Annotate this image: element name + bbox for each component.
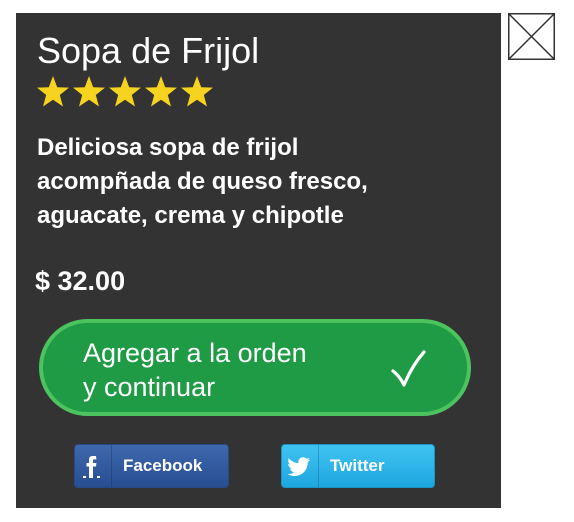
checkmark-icon: [391, 350, 426, 387]
twitter-label: Twitter: [330, 456, 385, 475]
star-icon: [109, 76, 141, 107]
description-line: Deliciosa sopa de frijol: [37, 134, 299, 161]
add-to-order-button[interactable]: Agregar a la orden y continuar: [39, 319, 471, 416]
star-icon: [181, 76, 213, 107]
star-icon: [37, 76, 69, 107]
cta-label-line: y continuar: [83, 372, 216, 402]
cta-label-line: Agregar a la orden: [83, 338, 307, 368]
facebook-label: Facebook: [123, 456, 203, 475]
description-line: acompñada de queso fresco,: [37, 168, 368, 195]
product-modal: Sopa de Frijol Deliciosa sopa de frijol …: [16, 13, 501, 508]
add-to-order-label: Agregar a la orden y continuar: [83, 336, 373, 404]
description-line: aguacate, crema y chipotle: [37, 202, 344, 229]
star-rating: [35, 74, 215, 114]
facebook-share-button[interactable]: Facebook: [74, 444, 229, 488]
product-title: Sopa de Frijol: [37, 30, 260, 71]
facebook-icon: [75, 445, 112, 487]
page: Sopa de Frijol Deliciosa sopa de frijol …: [0, 0, 574, 522]
product-description: Deliciosa sopa de frijol acompñada de qu…: [37, 131, 477, 233]
twitter-icon: [282, 445, 319, 487]
product-price: $ 32.00: [35, 266, 126, 296]
twitter-share-button[interactable]: Twitter: [281, 444, 435, 488]
star-icon: [73, 76, 105, 107]
star-icon: [145, 76, 177, 107]
close-icon[interactable]: [508, 13, 555, 60]
